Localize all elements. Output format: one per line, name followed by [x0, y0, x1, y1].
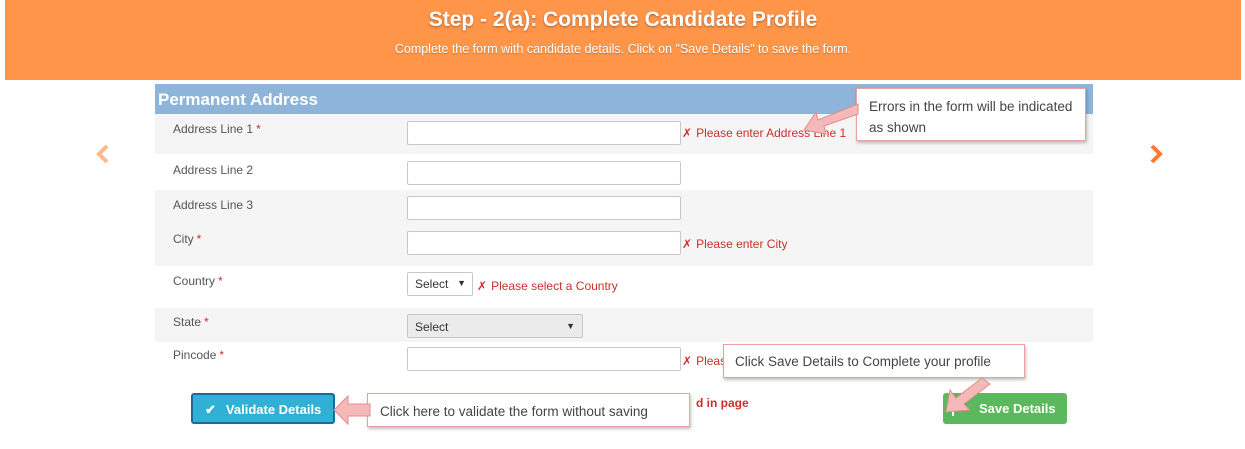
city-error: ✗ Please enter City	[682, 237, 788, 251]
caret-down-icon: ▼	[566, 321, 575, 331]
city-label: City *	[173, 232, 202, 246]
pincode-input[interactable]	[407, 347, 681, 371]
address-line-2-input[interactable]	[407, 161, 681, 185]
callout-arrow-validate	[333, 394, 371, 426]
chevron-left-icon[interactable]	[93, 142, 111, 166]
callout-arrow-errors	[803, 103, 859, 135]
row-address-line-3: Address Line 3	[155, 190, 1093, 224]
form-error-summary: d in page	[696, 396, 749, 410]
validate-callout: Click here to validate the form without …	[367, 393, 690, 427]
address-line-2-label: Address Line 2	[173, 163, 254, 177]
address-line-1-input[interactable]	[407, 121, 681, 145]
country-error: ✗ Please select a Country	[477, 279, 618, 293]
country-label: Country *	[173, 274, 223, 288]
pincode-error: ✗ Pleas	[682, 354, 727, 368]
row-country: Country * Select ▼ ✗ Please select a Countr…	[155, 266, 1093, 308]
caret-down-icon: ▼	[457, 278, 466, 288]
row-state: State * Select ▼	[155, 308, 1093, 342]
errors-callout: Errors in the form will be indicated as …	[856, 88, 1086, 141]
row-address-line-2: Address Line 2	[155, 154, 1093, 190]
address-line-3-input[interactable]	[407, 196, 681, 220]
check-icon: ✔	[205, 402, 216, 417]
step-banner: Step - 2(a): Complete Candidate Profile …	[5, 0, 1241, 80]
save-callout: Click Save Details to Complete your prof…	[723, 344, 1025, 378]
pincode-label: Pincode *	[173, 348, 225, 362]
address-line-3-label: Address Line 3	[173, 198, 254, 212]
city-input[interactable]	[407, 231, 681, 255]
page-subtitle: Complete the form with candidate details…	[394, 42, 852, 56]
state-select[interactable]: Select ▼	[407, 314, 583, 338]
callout-arrow-save	[945, 377, 991, 413]
state-label: State *	[173, 315, 209, 329]
row-city: City * ✗ Please enter City	[155, 224, 1093, 266]
page-title: Step - 2(a): Complete Candidate Profile	[428, 8, 818, 31]
validate-details-button[interactable]: ✔ Validate Details	[191, 393, 335, 424]
chevron-right-icon[interactable]	[1148, 142, 1166, 166]
address-line-1-label: Address Line 1 *	[173, 122, 261, 136]
profile-step-page: Step - 2(a): Complete Candidate Profile …	[0, 0, 1245, 449]
country-select[interactable]: Select ▼	[407, 272, 473, 296]
